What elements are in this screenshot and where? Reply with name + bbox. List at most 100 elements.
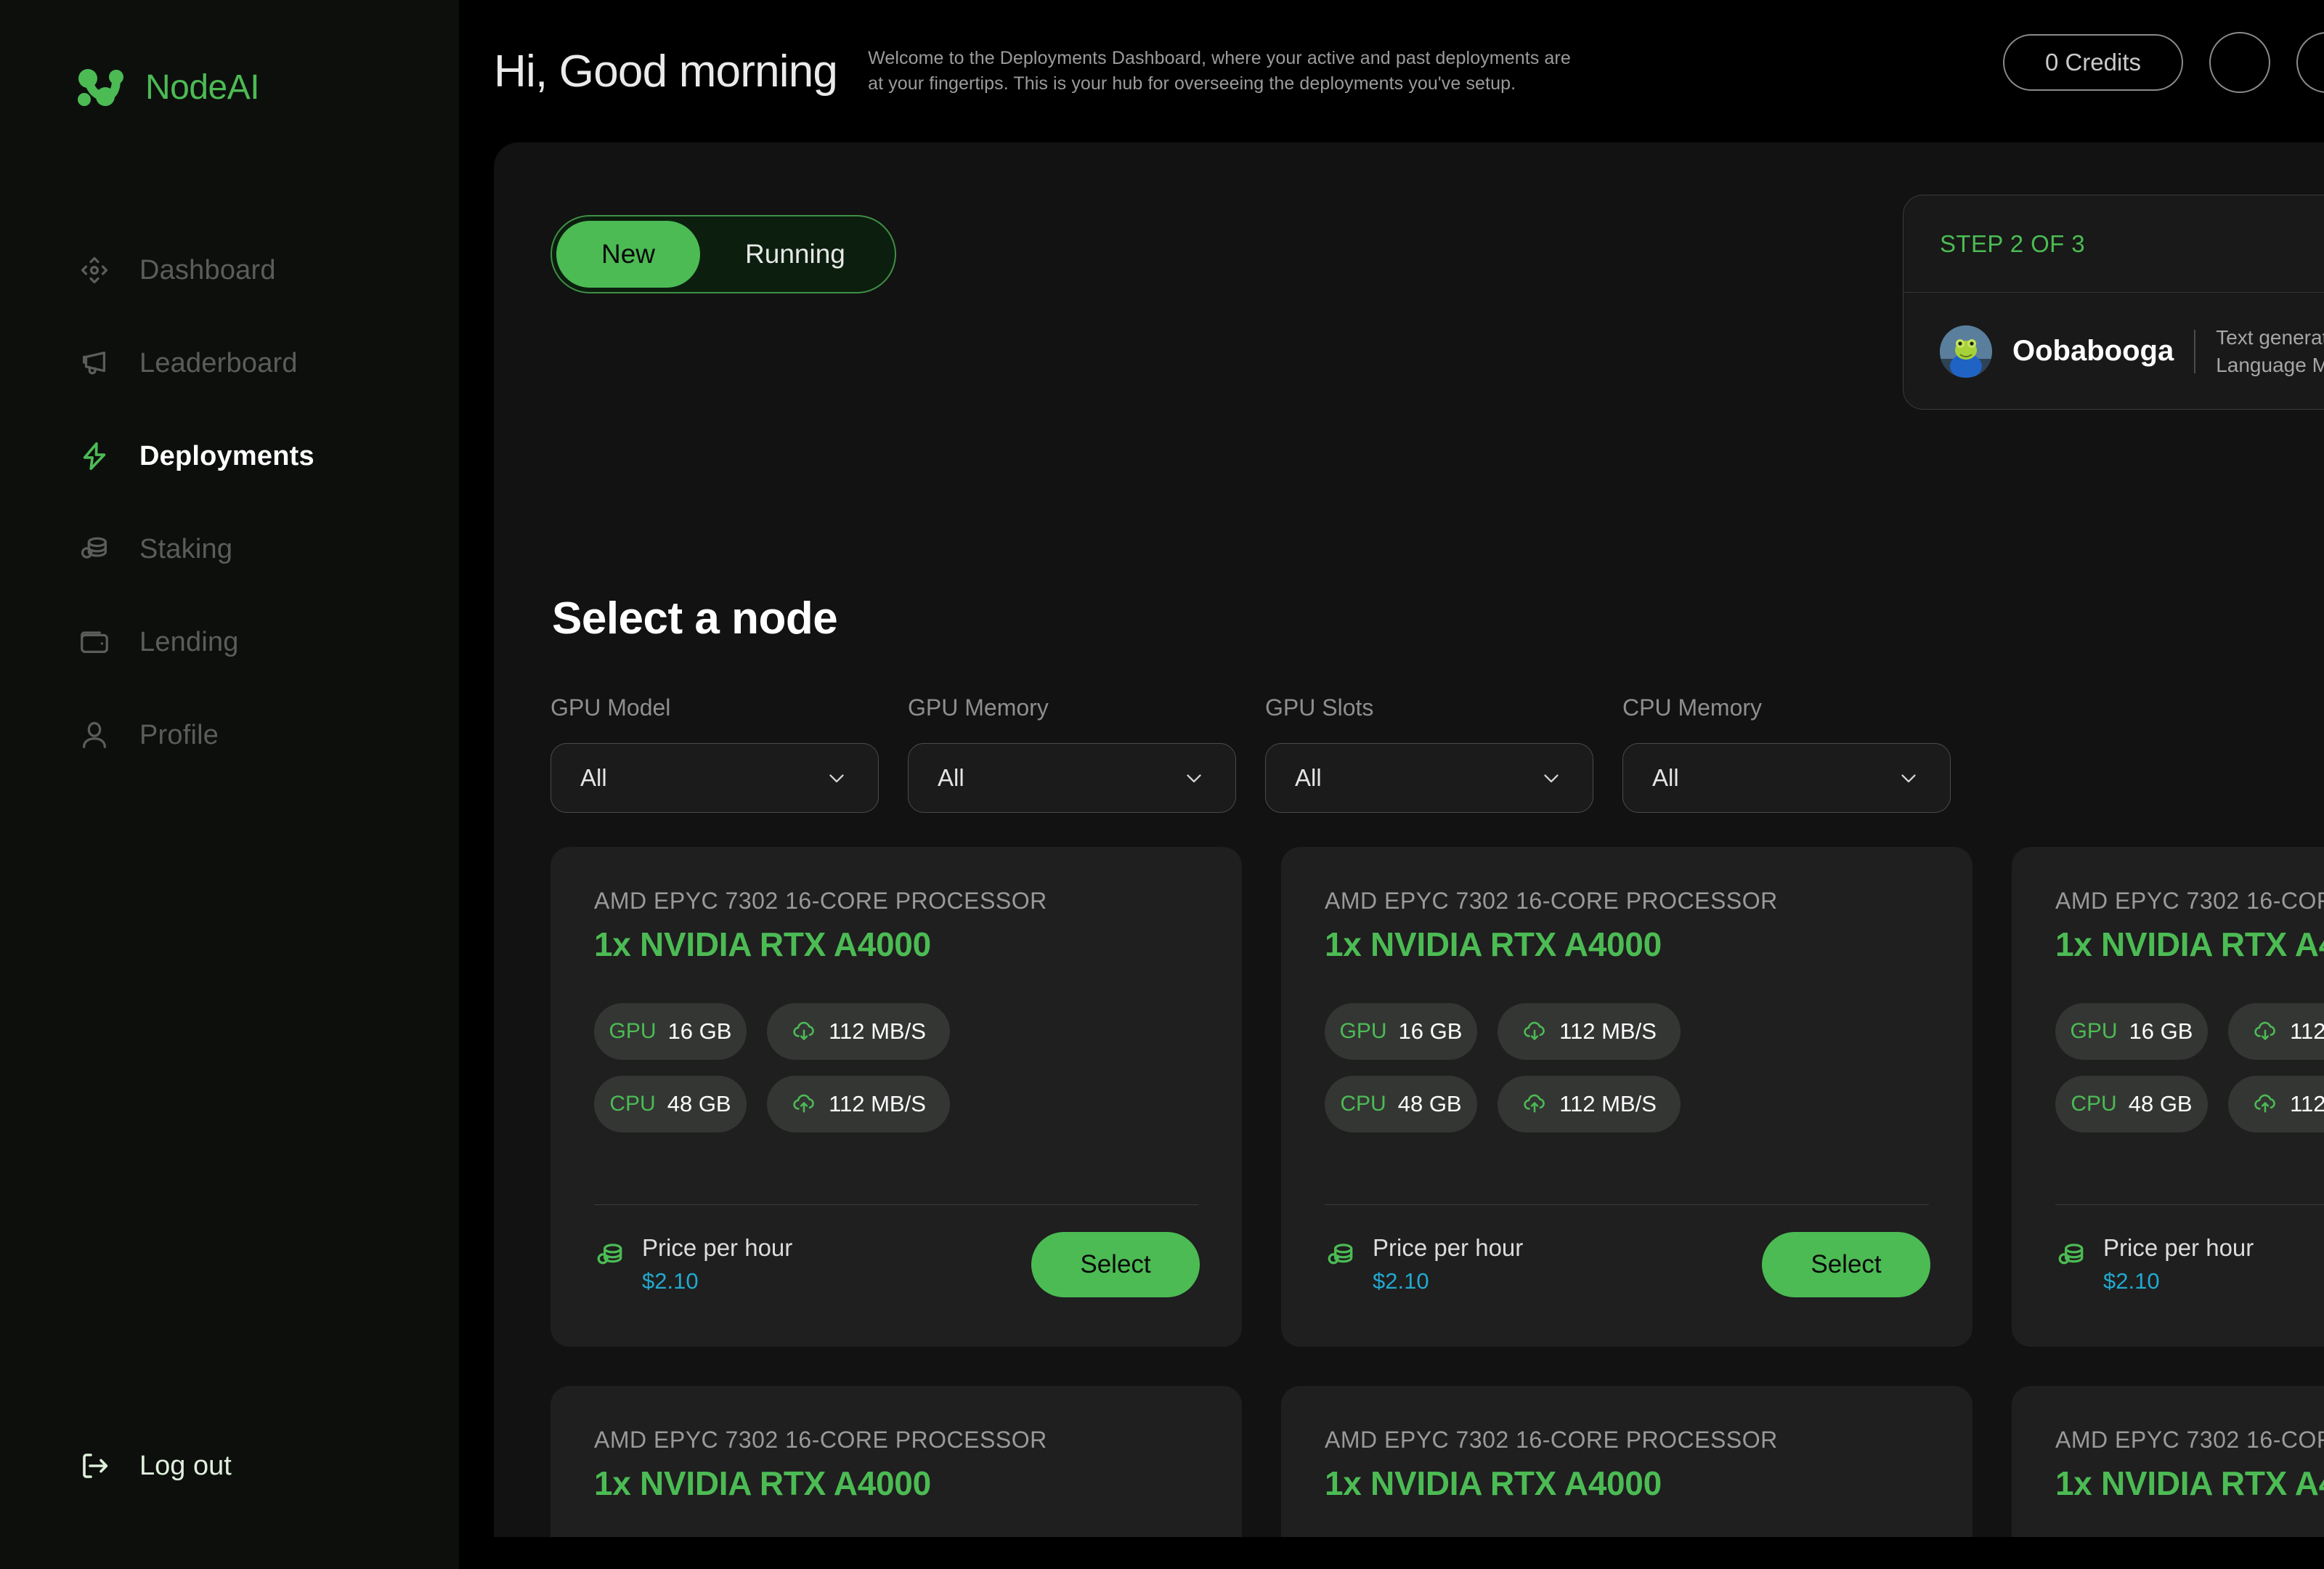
topbar: Hi, Good morning Welcome to the Deployme…	[459, 0, 2324, 142]
brand[interactable]: NodeAI	[0, 0, 459, 108]
cpu-memory-chip: CPU 48 GB	[2055, 1076, 2208, 1132]
filter-label: CPU Memory	[1622, 694, 1951, 721]
sidebar-item-profile[interactable]: Profile	[0, 689, 459, 782]
node-card[interactable]: AMD EPYC 7302 16-CORE PROCESSOR 1x NVIDI…	[2012, 847, 2324, 1347]
dashboard-diamond-icon	[76, 251, 113, 289]
chip-value: 48 GB	[2129, 1091, 2193, 1117]
download-speed-chip: 112 MB/S	[2228, 1003, 2324, 1060]
step-indicator: STEP 2 OF 3	[1940, 230, 2085, 258]
chip-key: GPU	[2071, 1019, 2118, 1044]
cpu-memory-chip: CPU 48 GB	[594, 1076, 747, 1132]
node-card[interactable]: AMD EPYC 7302 16-CORE PROCESSOR 1x NVIDI…	[2012, 1386, 2324, 1537]
chip-value: 16 GB	[1399, 1018, 1463, 1045]
node-gpu-model: 1x NVIDIA RTX A4000	[2055, 925, 2324, 964]
sidebar-item-deployments[interactable]: Deployments	[0, 410, 459, 503]
notifications-button[interactable]	[2209, 32, 2270, 93]
node-gpu-model: 1x NVIDIA RTX A4000	[594, 925, 1198, 964]
coins-stack-icon	[594, 1239, 626, 1271]
download-speed-chip: 112 MB/S	[767, 1003, 950, 1060]
chip-value: 48 GB	[667, 1091, 731, 1117]
sidebar-item-dashboard[interactable]: Dashboard	[0, 224, 459, 317]
chevron-down-icon	[1896, 766, 1921, 790]
filter-label: GPU Slots	[1265, 694, 1593, 721]
gpu-memory-chip: GPU 16 GB	[2055, 1003, 2208, 1060]
chip-value: 16 GB	[2129, 1018, 2193, 1045]
node-cpu-model: AMD EPYC 7302 16-CORE PROCESSOR	[1325, 1427, 1929, 1454]
filter-gpu-model: GPU Model All	[550, 694, 879, 813]
sidebar-item-label: Staking	[139, 534, 232, 565]
node-cpu-model: AMD EPYC 7302 16-CORE PROCESSOR	[2055, 1427, 2324, 1454]
gpu-model-select[interactable]: All	[550, 743, 879, 813]
logout-button[interactable]: Log out	[76, 1447, 232, 1485]
sidebar-item-label: Leaderboard	[139, 348, 298, 379]
app-root: NodeAI Dashboard L	[0, 0, 2324, 1569]
cpu-memory-chip: CPU 48 GB	[1325, 1076, 1477, 1132]
node-card[interactable]: AMD EPYC 7302 16-CORE PROCESSOR 1x NVIDI…	[550, 1386, 1242, 1537]
cloud-download-icon	[2252, 1018, 2278, 1045]
sidebar-item-label: Profile	[139, 720, 219, 751]
cloud-upload-icon	[791, 1091, 817, 1117]
price-value: $2.10	[1373, 1268, 1523, 1294]
node-card[interactable]: AMD EPYC 7302 16-CORE PROCESSOR 1x NVIDI…	[550, 847, 1242, 1347]
filters-row: GPU Model All GPU Memory All	[550, 694, 1951, 813]
node-gpu-model: 1x NVIDIA RTX A4000	[1325, 1464, 1929, 1503]
chip-value: 16 GB	[668, 1018, 732, 1045]
select-node-button[interactable]: Select	[1031, 1232, 1200, 1297]
cloud-download-icon	[791, 1018, 817, 1045]
sidebar-item-label: Dashboard	[139, 255, 276, 286]
node-card[interactable]: AMD EPYC 7302 16-CORE PROCESSOR 1x NVIDI…	[1281, 847, 1972, 1347]
chip-value: 48 GB	[1398, 1091, 1462, 1117]
gpu-memory-select[interactable]: All	[908, 743, 1236, 813]
step-model-row: Oobabooga Text generation web UI for Lar…	[1904, 293, 2324, 410]
credits-button[interactable]: 0 Credits	[2003, 34, 2183, 91]
chip-key: GPU	[609, 1019, 657, 1044]
account-avatar-button[interactable]	[2296, 32, 2324, 93]
node-cpu-model: AMD EPYC 7302 16-CORE PROCESSOR	[2055, 888, 2324, 915]
cpu-memory-select[interactable]: All	[1622, 743, 1951, 813]
node-card[interactable]: AMD EPYC 7302 16-CORE PROCESSOR 1x NVIDI…	[1281, 1386, 1972, 1537]
topbar-actions: 0 Credits	[2003, 32, 2324, 93]
select-value: All	[1295, 764, 1322, 792]
chevron-down-icon	[1182, 766, 1206, 790]
node-specs: GPU 16 GB 112 MB/S CPU 48 GB	[2055, 1003, 2324, 1132]
frog-avatar	[1940, 325, 1992, 378]
card-footer: Price per hour $2.10 Select	[1325, 1232, 1930, 1297]
price-block: Price per hour $2.10	[1325, 1235, 1523, 1294]
chip-value: 112 MB/S	[2290, 1018, 2324, 1045]
price-label: Price per hour	[2103, 1235, 2254, 1261]
chip-key: CPU	[2071, 1092, 2116, 1116]
card-footer: Price per hour $2.10 Select	[2055, 1232, 2324, 1297]
welcome-text: Welcome to the Deployments Dashboard, wh…	[868, 46, 1572, 97]
node-gpu-model: 1x NVIDIA RTX A4000	[1325, 925, 1929, 964]
filter-label: GPU Memory	[908, 694, 1236, 721]
select-value: All	[938, 764, 964, 792]
deployments-toggle: New Running	[550, 215, 896, 293]
node-specs: GPU 16 GB 112 MB/S CPU 48 GB	[594, 1003, 1198, 1132]
sidebar-item-leaderboard[interactable]: Leaderboard	[0, 317, 459, 410]
chip-key: GPU	[1340, 1019, 1387, 1044]
sidebar: NodeAI Dashboard L	[0, 0, 459, 1569]
chip-key: CPU	[609, 1092, 655, 1116]
select-node-button[interactable]: Select	[1762, 1232, 1930, 1297]
node-cpu-model: AMD EPYC 7302 16-CORE PROCESSOR	[594, 888, 1198, 915]
filter-gpu-memory: GPU Memory All	[908, 694, 1236, 813]
gpu-slots-select[interactable]: All	[1265, 743, 1593, 813]
step-header: STEP 2 OF 3	[1904, 195, 2324, 293]
tab-new[interactable]: New	[556, 221, 700, 288]
sidebar-item-staking[interactable]: Staking	[0, 503, 459, 596]
node-card-grid: AMD EPYC 7302 16-CORE PROCESSOR 1x NVIDI…	[550, 847, 2324, 1537]
cloud-upload-icon	[1521, 1091, 1548, 1117]
card-divider	[2055, 1204, 2324, 1205]
cloud-upload-icon	[2252, 1091, 2278, 1117]
gpu-memory-chip: GPU 16 GB	[594, 1003, 747, 1060]
tab-running[interactable]: Running	[700, 221, 890, 288]
chip-value: 112 MB/S	[829, 1091, 926, 1117]
coins-stack-icon	[1325, 1239, 1357, 1271]
price-block: Price per hour $2.10	[2055, 1235, 2254, 1294]
card-footer: Price per hour $2.10 Select	[594, 1232, 1200, 1297]
sidebar-item-lending[interactable]: Lending	[0, 596, 459, 689]
content-panel: New Running STEP 2 OF 3	[494, 142, 2324, 1537]
sidebar-item-label: Lending	[139, 627, 239, 658]
chip-key: CPU	[1340, 1092, 1386, 1116]
upload-speed-chip: 112 MB/S	[767, 1076, 950, 1132]
